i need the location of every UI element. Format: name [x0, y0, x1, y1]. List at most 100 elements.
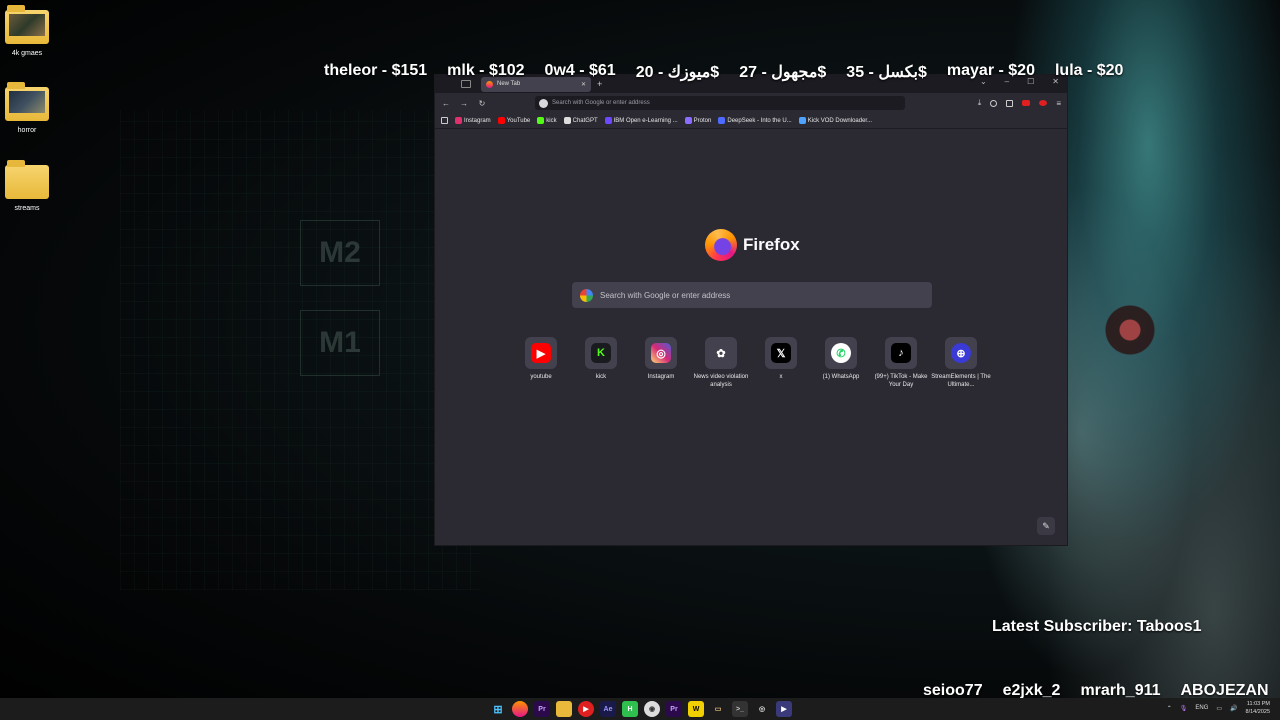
media-player-icon[interactable]: ▶: [578, 701, 594, 717]
proton-icon: [684, 117, 692, 124]
system-tray: ⌃ 🎙 ENG ▭ 🔊 11:03 PM 8/14/2025: [1167, 700, 1270, 716]
youtube-extension-icon[interactable]: [1022, 100, 1031, 106]
bookmark-kick-vod[interactable]: Kick VOD Downloader...: [798, 117, 872, 124]
mic-icon[interactable]: 🎙: [1180, 705, 1188, 712]
extension-icon[interactable]: [1039, 100, 1048, 106]
obs-icon[interactable]: ◎: [754, 701, 770, 717]
latest-subscriber: Latest Subscriber: Taboos1: [992, 618, 1202, 635]
back-icon[interactable]: ←: [441, 99, 451, 108]
ibm-icon: [604, 117, 612, 124]
top-sites: ▶ youtube K kick ◎ Instagram ✿ News vide…: [522, 337, 991, 389]
language-indicator[interactable]: ENG: [1195, 705, 1208, 711]
forward-icon[interactable]: →: [459, 99, 469, 108]
firefox-window: New Tab ✕ + ⌄ – ☐ ✕ ← → ↻ Search with Go…: [434, 74, 1068, 546]
app-dash-icon[interactable]: ▭: [710, 701, 726, 717]
download-icon[interactable]: ⤓: [978, 98, 982, 108]
premiere-icon-2[interactable]: Pr: [666, 701, 682, 717]
bookmark-youtube[interactable]: YouTube: [497, 117, 531, 124]
chatgpt-icon: ✿: [716, 347, 726, 360]
chatgpt-icon: [563, 117, 571, 124]
top-site-label: StreamElements | The Ultimate...: [931, 374, 991, 388]
premiere-icon[interactable]: Pr: [534, 701, 550, 717]
kick-icon: [537, 117, 545, 124]
app-play-icon[interactable]: ▶: [776, 701, 792, 717]
folder-icon: [5, 82, 49, 121]
bookmark-label: kick: [546, 117, 557, 124]
search-engine-icon[interactable]: [539, 98, 548, 108]
bookmark-kick[interactable]: kick: [537, 117, 557, 124]
clock[interactable]: 11:03 PM 8/14/2025: [1246, 700, 1270, 716]
top-site-x[interactable]: 𝕏 x: [762, 337, 800, 389]
top-site-label: x: [779, 374, 783, 380]
top-site-tiktok[interactable]: ♪ (99+) TikTok - Make Your Day: [875, 337, 927, 389]
youtube-icon: ▶: [531, 343, 551, 363]
extensions-icon[interactable]: [1006, 99, 1014, 107]
chevron-up-icon[interactable]: ⌃: [1167, 705, 1172, 712]
top-site-label: youtube: [530, 374, 552, 380]
after-effects-icon[interactable]: Ae: [600, 701, 616, 717]
tiktok-icon: ♪: [891, 343, 911, 363]
url-placeholder: Search with Google or enter address: [552, 100, 650, 106]
app-h-icon[interactable]: H: [622, 701, 638, 717]
volume-icon[interactable]: 🔊: [1230, 705, 1237, 712]
bookmark-folder-icon[interactable]: [441, 117, 448, 124]
wallpaper-eye: [1090, 300, 1170, 360]
bookmarks-bar: Instagram YouTube kick ChatGPT IBM Open …: [435, 113, 1067, 129]
account-icon[interactable]: [990, 99, 998, 107]
bookmark-ibm[interactable]: IBM Open e-Learning ...: [604, 117, 678, 124]
bookmark-label: ChatGPT: [572, 117, 598, 124]
desktop-icon-label: horror: [17, 127, 37, 134]
donation-ticker: theleor - $151 mlk - $102 0w4 - $61 ميوز…: [324, 62, 1123, 82]
bookmark-deepseek[interactable]: DeepSeek - Into the U...: [718, 117, 792, 124]
new-tab-page: Firefox Search with Google or enter addr…: [435, 129, 1067, 545]
bookmark-label: YouTube: [506, 117, 531, 124]
top-site-streamelements[interactable]: ⊕ StreamElements | The Ultimate...: [931, 337, 991, 389]
x-icon: 𝕏: [771, 343, 791, 363]
app-w-icon[interactable]: W: [688, 701, 704, 717]
reload-icon[interactable]: ↻: [477, 99, 487, 108]
bookmark-proton[interactable]: Proton: [684, 117, 712, 124]
start-icon[interactable]: ⊞: [490, 701, 506, 717]
top-site-label: News video violation analysis: [693, 374, 749, 388]
donation-item: theleor - $151: [324, 62, 428, 79]
desktop-icon-streams[interactable]: streams: [4, 160, 50, 212]
desktop-icon-horror[interactable]: horror: [4, 82, 50, 134]
search-input[interactable]: Search with Google or enter address: [572, 282, 932, 308]
deepseek-icon: [718, 117, 726, 124]
file-explorer-icon[interactable]: [556, 701, 572, 717]
donation-item: mlk - $102: [447, 62, 525, 79]
firefox-icon[interactable]: [512, 701, 528, 717]
url-bar[interactable]: Search with Google or enter address: [535, 96, 905, 110]
firefox-logo-icon: [705, 229, 737, 261]
search-placeholder: Search with Google or enter address: [600, 290, 731, 300]
donation-item: lula - $20: [1054, 62, 1124, 79]
donation-item: مجهول - 27$: [739, 64, 827, 81]
top-site-instagram[interactable]: ◎ Instagram: [642, 337, 680, 389]
wallpaper-circuit: M2 M1: [120, 110, 480, 590]
desktop-icon-label: 4k gmaes: [11, 50, 43, 57]
network-icon[interactable]: ▭: [1216, 705, 1222, 712]
top-site-label: kick: [595, 374, 607, 380]
wallpaper-chip: M1: [300, 310, 380, 376]
bookmark-instagram[interactable]: Instagram: [455, 117, 491, 124]
menu-icon[interactable]: ≡: [1056, 99, 1061, 108]
edit-shortcuts-button[interactable]: ✎: [1037, 517, 1055, 535]
bookmark-label: Proton: [693, 117, 712, 124]
donation-item: 0w4 - $61: [544, 62, 616, 79]
top-site-chatgpt[interactable]: ✿ News video violation analysis: [694, 337, 748, 389]
terminal-icon[interactable]: >_: [732, 701, 748, 717]
donation-item: mayar - $20: [946, 62, 1035, 79]
top-site-label: Instagram: [647, 374, 675, 380]
top-site-label: (1) WhatsApp: [822, 374, 860, 380]
bookmark-chatgpt[interactable]: ChatGPT: [563, 117, 598, 124]
wallpaper-chip: M2: [300, 220, 380, 286]
top-site-whatsapp[interactable]: ✆ (1) WhatsApp: [822, 337, 860, 389]
instagram-icon: ◎: [651, 343, 671, 363]
donation-item: بكسل - 35$: [846, 64, 927, 81]
app-round-icon[interactable]: ◉: [644, 701, 660, 717]
desktop-icon-label: streams: [14, 205, 40, 212]
desktop-icon-4k-gmaes[interactable]: 4k gmaes: [4, 5, 50, 57]
top-site-youtube[interactable]: ▶ youtube: [522, 337, 560, 389]
top-site-kick[interactable]: K kick: [582, 337, 620, 389]
nav-bar: ← → ↻ Search with Google or enter addres…: [435, 93, 1067, 113]
